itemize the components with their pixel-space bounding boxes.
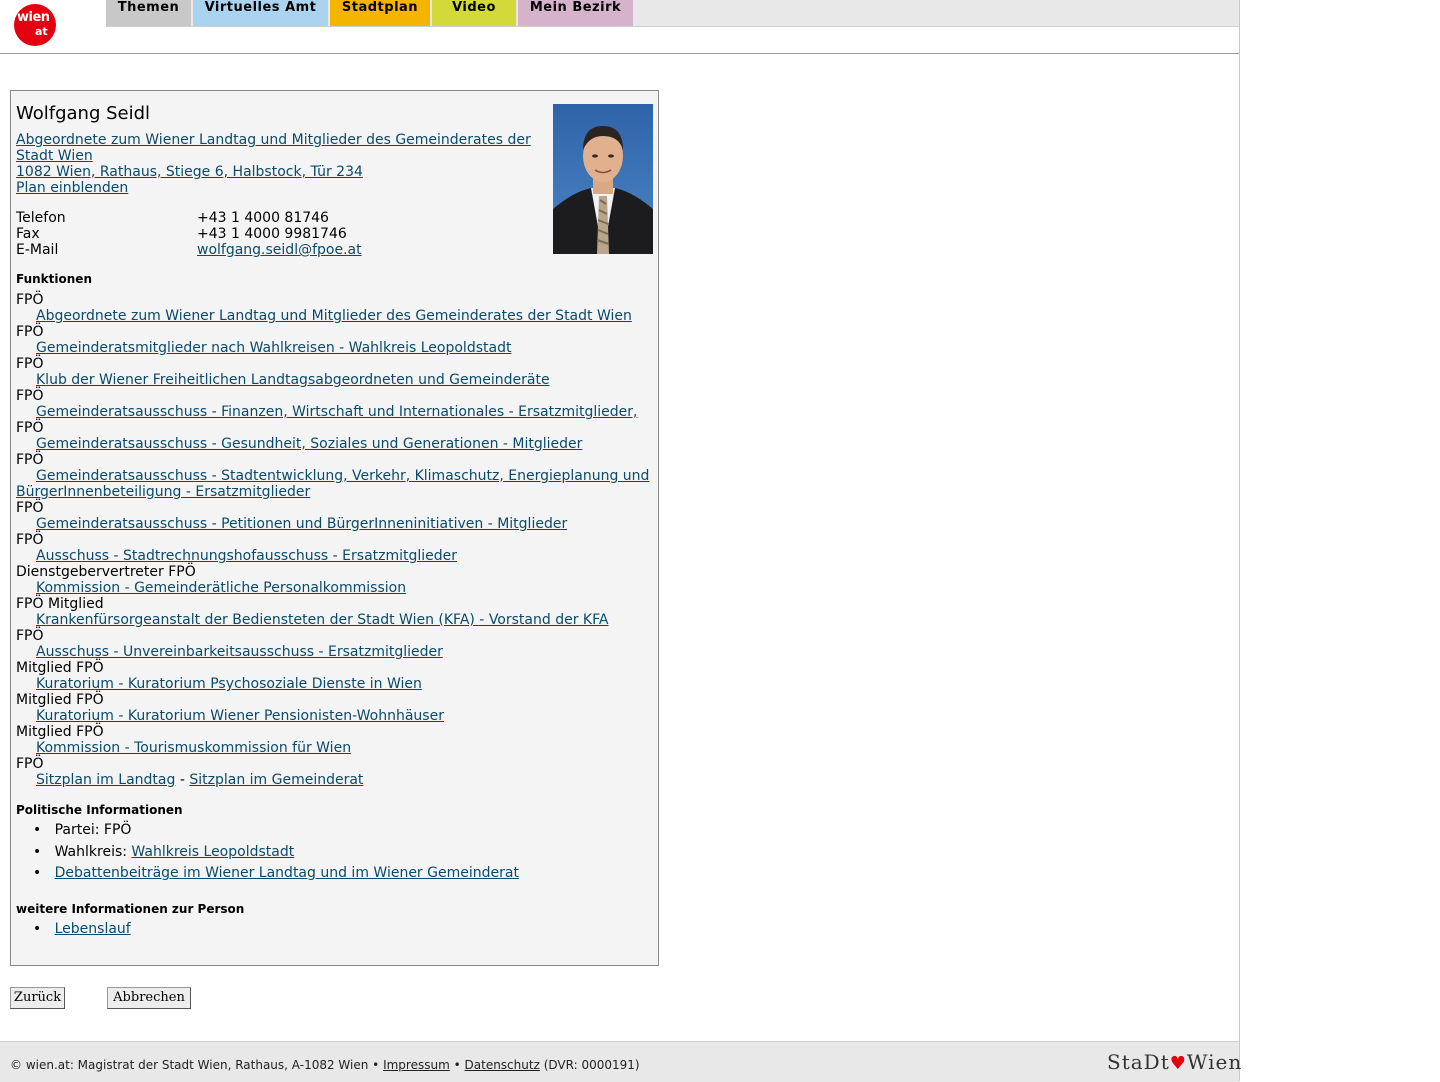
function-party: FPÖ (16, 500, 44, 516)
address-link[interactable]: 1082 Wien, Rathaus, Stiege 6, Halbstock,… (16, 164, 363, 180)
function-link[interactable]: Ausschuss - Stadtrechnungshofausschuss -… (36, 548, 457, 564)
dvr-number: (DVR: 0000191) (543, 1058, 640, 1072)
function-party: FPÖ (16, 388, 44, 404)
seating-plan-landtag-link[interactable]: Sitzplan im Landtag (36, 772, 175, 788)
list-item: • Lebenslauf (33, 921, 131, 937)
header-divider (0, 53, 1239, 54)
party-info: Partei: FPÖ (54, 822, 132, 838)
debate-contributions-link[interactable]: Debattenbeiträge im Wiener Landtag und i… (55, 865, 519, 881)
list-item: • Wahlkreis: Wahlkreis Leopoldstadt (33, 844, 294, 860)
function-link[interactable]: Kommission - Tourismuskommission für Wie… (36, 740, 351, 756)
impressum-link[interactable]: Impressum (383, 1058, 450, 1072)
list-item: • Partei: FPÖ (33, 822, 131, 838)
bullet-icon: • (33, 865, 55, 881)
district-link[interactable]: Wahlkreis Leopoldstadt (131, 844, 294, 860)
function-party: FPÖ (16, 532, 44, 548)
function-party: Dienstgebervertreter FPÖ (16, 564, 196, 580)
district-label: Wahlkreis: (54, 844, 127, 860)
function-link[interactable]: Gemeinderatsausschuss - Petitionen und B… (36, 516, 567, 532)
bullet-icon: • (33, 844, 55, 860)
function-link[interactable]: Gemeinderatsausschuss - Stadtentwicklung… (36, 468, 649, 484)
function-party: FPÖ (16, 452, 44, 468)
function-link-continued[interactable]: BürgerInnenbeteiligung - Ersatzmitgliede… (16, 484, 310, 500)
person-details-panel: Wolfgang Seidl Abgeordnete zum Wiener La… (10, 90, 659, 966)
more-info-heading: weitere Informationen zur Person (16, 902, 245, 916)
cancel-button[interactable]: Abbrechen (107, 987, 191, 1009)
page: wien at Themen Virtuelles Amt Stadtplan … (0, 0, 1242, 1082)
function-link[interactable]: Gemeinderatsmitglieder nach Wahlkreisen … (36, 340, 511, 356)
bullet-icon: • (33, 822, 55, 838)
back-button[interactable]: Zurück (10, 987, 65, 1009)
person-photo (553, 104, 653, 254)
footer-bullet: • (453, 1058, 461, 1072)
function-party: FPÖ (16, 628, 44, 644)
logo-text-at: at (35, 25, 48, 38)
wien-at-logo[interactable]: wien at (14, 4, 56, 46)
political-info-heading: Politische Informationen (16, 803, 183, 817)
function-party: FPÖ (16, 292, 44, 308)
phone-value: +43 1 4000 81746 (197, 210, 329, 226)
logo-text-wien: wien (17, 10, 50, 25)
nav-tab-virtuelles-amt[interactable]: Virtuelles Amt (193, 0, 328, 26)
fax-value: +43 1 4000 9981746 (197, 226, 347, 242)
nav-tab-stadtplan[interactable]: Stadtplan (330, 0, 430, 26)
seating-separator: - (179, 772, 185, 788)
function-party: FPÖ Mitglied (16, 596, 104, 612)
bullet-icon: • (33, 921, 55, 937)
function-link[interactable]: Klub der Wiener Freiheitlichen Landtagsa… (36, 372, 550, 388)
email-label: E-Mail (16, 242, 59, 258)
function-party: FPÖ (16, 324, 44, 340)
portrait-image (553, 104, 653, 254)
function-link[interactable]: Kommission - Gemeinderätliche Personalko… (36, 580, 406, 596)
role-link[interactable]: Abgeordnete zum Wiener Landtag und Mitgl… (16, 132, 531, 148)
function-link[interactable]: Kuratorium - Kuratorium Wiener Pensionis… (36, 708, 444, 724)
email-link[interactable]: wolfgang.seidl@fpoe.at (197, 242, 362, 258)
function-link[interactable]: Abgeordnete zum Wiener Landtag und Mitgl… (36, 308, 632, 324)
stadt-wien-logo[interactable]: StaDt♥Wien (1107, 1050, 1242, 1074)
function-party: Mitglied FPÖ (16, 692, 104, 708)
show-map-link[interactable]: Plan einblenden (16, 180, 128, 196)
heart-icon: ♥ (1169, 1053, 1187, 1074)
function-party: FPÖ (16, 356, 44, 372)
brand-wien: Wien (1186, 1050, 1243, 1074)
function-link[interactable]: Gemeinderatsausschuss - Finanzen, Wirtsc… (36, 404, 637, 420)
nav-tab-mein-bezirk[interactable]: Mein Bezirk (518, 0, 633, 26)
footer: © wien.at: Magistrat der Stadt Wien, Rat… (0, 1041, 1242, 1082)
seating-links: Sitzplan im Landtag - Sitzplan im Gemein… (36, 772, 363, 788)
function-link[interactable]: Ausschuss - Unvereinbarkeitsausschuss - … (36, 644, 443, 660)
function-link[interactable]: Kuratorium - Kuratorium Psychosoziale Di… (36, 676, 422, 692)
footer-copyright: © wien.at: Magistrat der Stadt Wien, Rat… (10, 1058, 380, 1072)
cv-link[interactable]: Lebenslauf (55, 921, 131, 937)
nav-tab-themen[interactable]: Themen (106, 0, 191, 26)
seating-plan-gemeinderat-link[interactable]: Sitzplan im Gemeinderat (189, 772, 363, 788)
function-party: FPÖ (16, 420, 44, 436)
phone-label: Telefon (16, 210, 66, 226)
fax-label: Fax (16, 226, 40, 242)
nav-tab-video[interactable]: Video (432, 0, 516, 26)
function-link[interactable]: Gemeinderatsausschuss - Gesundheit, Sozi… (36, 436, 582, 452)
functions-heading: Funktionen (16, 272, 92, 286)
brand-stadt: StaDt (1107, 1050, 1170, 1074)
person-name: Wolfgang Seidl (16, 103, 151, 124)
function-link[interactable]: Krankenfürsorgeanstalt der Bediensteten … (36, 612, 608, 628)
role-link-continued[interactable]: Stadt Wien (16, 148, 93, 164)
footer-text: © wien.at: Magistrat der Stadt Wien, Rat… (10, 1058, 640, 1072)
seating-party: FPÖ (16, 756, 44, 772)
function-party: Mitglied FPÖ (16, 660, 104, 676)
datenschutz-link[interactable]: Datenschutz (465, 1058, 540, 1072)
function-party: Mitglied FPÖ (16, 724, 104, 740)
list-item: • Debattenbeiträge im Wiener Landtag und… (33, 865, 519, 881)
